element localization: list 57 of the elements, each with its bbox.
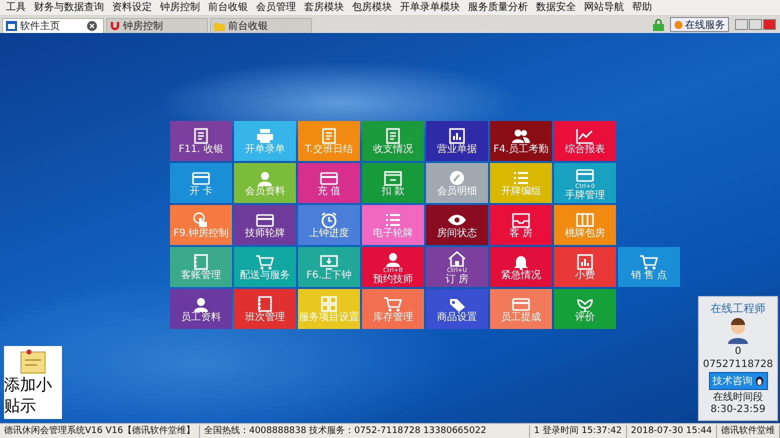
menu-item[interactable]: 网站导航 [580, 0, 628, 14]
menu-tile[interactable]: 员工资料 [170, 289, 232, 329]
menu-tile[interactable]: 上钟进度 [298, 205, 360, 245]
status-text: 2018-07-30 15:44 [626, 424, 717, 438]
tab[interactable]: 前台收银 [210, 18, 312, 33]
sticky-note-button[interactable]: 添加小贴示 [4, 346, 62, 419]
online-service-button[interactable]: 在线服务 [670, 17, 729, 32]
menu-item[interactable]: 资料设定 [108, 0, 156, 14]
menu-item[interactable]: 前台收银 [204, 0, 252, 14]
status-text: 1 登录时间 15:37:42 [530, 424, 627, 438]
engineer-count: 0 [734, 346, 742, 357]
tab[interactable]: 钟房控制 [106, 18, 208, 33]
status-text: 全国热线：4008888838 技术服务：0752-7118728 13380665022 [200, 424, 530, 438]
menu-item[interactable]: 套房模块 [300, 0, 348, 14]
menu-tile[interactable]: 电子轮牌 [362, 205, 424, 245]
status-text: 德讯软件堂维 [717, 424, 780, 438]
menu-tile[interactable]: F4.员工考勤 [490, 121, 552, 161]
online-hours: 在线时间段 8:30-23:59 [710, 392, 766, 416]
menu-tile[interactable]: F9.钟房控制 [170, 205, 232, 245]
menu-tile[interactable]: F11. 收银 [170, 121, 232, 161]
menu-tile[interactable]: 商品设置 [426, 289, 488, 329]
menu-item[interactable]: 工具 [2, 0, 30, 14]
menu-tile[interactable]: 班次管理 [234, 289, 296, 329]
menu-item[interactable]: 钟房控制 [156, 0, 204, 14]
menu-item[interactable]: 帮助 [628, 0, 656, 14]
tab[interactable]: 软件主页 [2, 18, 104, 33]
menu-item[interactable]: 包房模块 [348, 0, 396, 14]
menu-tile[interactable]: 收支情况 [362, 121, 424, 161]
menu-tile[interactable]: 紧急情况 [490, 247, 552, 287]
status-text: 德讯休闲会管理系统V16 V16【德讯软件堂维】 [0, 424, 200, 438]
menu-tile[interactable]: 房间状态 [426, 205, 488, 245]
phone-number: 07527118728 [703, 359, 773, 370]
panel-title: 在线工程师 [710, 301, 766, 316]
menu-tile[interactable]: 库存管理 [362, 289, 424, 329]
menu-tile[interactable]: 客 房 [490, 205, 552, 245]
menu-tile[interactable]: 综合报表 [554, 121, 616, 161]
menu-item[interactable]: 开单录单模块 [396, 0, 464, 14]
menu-item[interactable]: 数据安全 [532, 0, 580, 14]
menu-item[interactable]: 服务质量分析 [464, 0, 532, 14]
note-label: 添加小贴示 [4, 375, 53, 417]
menu-tile[interactable]: F6.上下钟 [298, 247, 360, 287]
menu-tile[interactable]: 开 卡 [170, 163, 232, 203]
menu-tile[interactable]: 技师轮牌 [234, 205, 296, 245]
menu-tile[interactable]: 桃牌包房 [554, 205, 616, 245]
menu-tile[interactable]: 配送与服务 [234, 247, 296, 287]
menu-item[interactable]: 财务与数据查询 [30, 0, 108, 14]
menu-tile[interactable]: 评价 [554, 289, 616, 329]
menu-tile[interactable]: 销 售 点 [618, 247, 680, 287]
menu-tile[interactable]: T.交班日结 [298, 121, 360, 161]
menu-item[interactable]: 会员管理 [252, 0, 300, 14]
tech-consult-button[interactable]: 技术咨询 [708, 372, 768, 390]
menu-tile[interactable]: 充 值 [298, 163, 360, 203]
menu-tile[interactable]: 客账管理 [170, 247, 232, 287]
menu-tile[interactable]: 员工提成 [490, 289, 552, 329]
menu-tile[interactable]: 扣 款 [362, 163, 424, 203]
menu-tile[interactable]: 小费 [554, 247, 616, 287]
menu-tile[interactable]: 营业单据 [426, 121, 488, 161]
